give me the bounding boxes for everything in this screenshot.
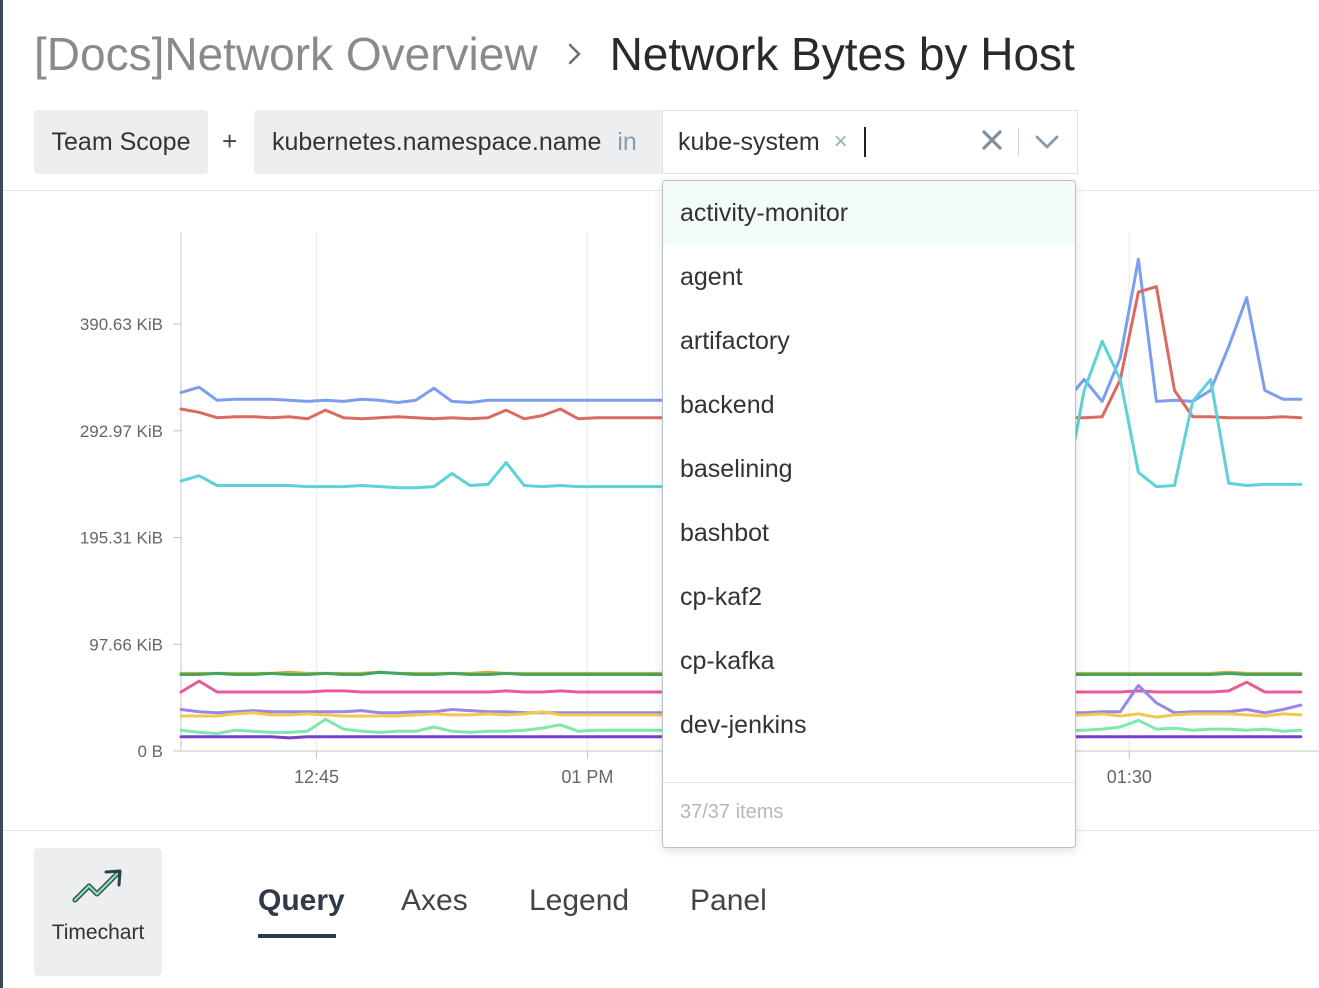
dropdown-option[interactable]: agent [663,245,1075,309]
clear-icon[interactable] [981,129,1003,156]
filter-operator[interactable]: in [617,128,636,157]
tab-query[interactable]: Query [258,884,345,918]
y-tick-label: 390.63 KiB [80,315,163,334]
tab-panel[interactable]: Panel [690,884,767,918]
chevron-right-icon [568,43,582,65]
x-tick-label: 12:45 [294,767,339,787]
y-tick-label: 97.66 KiB [89,635,163,654]
timechart-viz-button[interactable]: Timechart [34,848,162,976]
dropdown-option[interactable]: cp-kaf2 [663,565,1075,629]
remove-tag-icon[interactable]: × [834,130,848,154]
timechart-label: Timechart [51,921,145,944]
x-tick-label: 01 PM [561,767,613,787]
trend-arrow-icon [72,868,124,909]
dropdown-footer-divider [663,782,1075,783]
dropdown-option[interactable]: dev-jenkins [663,693,1075,757]
dropdown-option[interactable]: backend [663,373,1075,437]
y-tick-label: 0 B [137,742,163,761]
y-tick-label: 195.31 KiB [80,529,163,548]
team-scope-button[interactable]: Team Scope [34,110,208,174]
dropdown-option[interactable]: activity-monitor [663,181,1075,245]
text-cursor [863,127,866,157]
add-filter-plus[interactable]: + [222,126,237,157]
items-count: 37/37 items [680,801,784,823]
x-tick-label: 01:30 [1107,767,1152,787]
network-bytes-chart: 0 B 97.66 KiB 195.31 KiB 292.97 KiB 390.63 K… [80,232,1319,787]
y-tick-label: 292.97 KiB [80,422,163,441]
chart-divider [3,830,1319,831]
breadcrumb: [Docs]Network Overview Network Bytes by … [34,24,1075,84]
active-tab-indicator [258,934,336,938]
select-divider [1018,128,1019,156]
filter-key-label: kubernetes.namespace.name [272,127,602,156]
dropdown-option[interactable]: baselining [663,437,1075,501]
filter-key-chip[interactable]: kubernetes.namespace.name in [254,110,662,174]
namespace-dropdown: activity-monitor agent artifactory backe… [662,180,1076,848]
dropdown-option[interactable]: bashbot [663,501,1075,565]
tab-legend[interactable]: Legend [529,884,629,918]
filter-value-select[interactable]: kube-system × [662,110,1078,174]
chevron-down-icon[interactable] [1035,135,1059,154]
tab-axes[interactable]: Axes [401,884,468,918]
dropdown-option[interactable]: artifactory [663,309,1075,373]
breadcrumb-parent-link[interactable]: [Docs]Network Overview [34,27,538,81]
dropdown-option[interactable]: cp-kafka [663,629,1075,693]
panel-editor: [Docs]Network Overview Network Bytes by … [0,0,1319,988]
selected-tag-label: kube-system [678,127,820,156]
page-title: Network Bytes by Host [609,28,1075,80]
